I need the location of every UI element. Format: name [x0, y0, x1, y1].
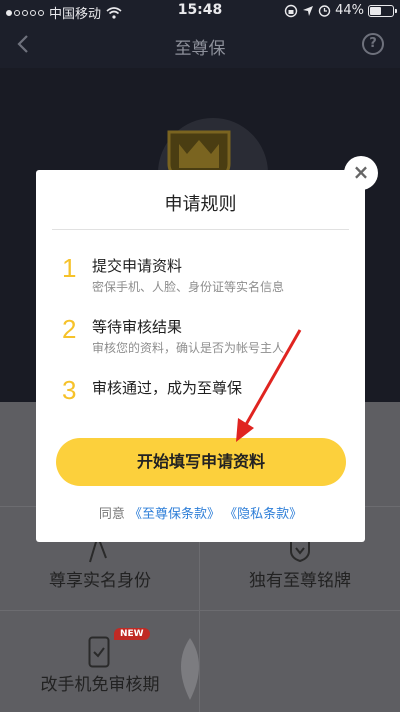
battery-icon [368, 4, 397, 17]
alarm-icon [318, 5, 331, 17]
rules-modal: 申请规则 1 提交申请资料 密保手机、人脸、身份证等实名信息 2 等待审核结果 … [36, 170, 365, 542]
phone-icon [88, 636, 110, 668]
step-desc: 密保手机、人脸、身份证等实名信息 [92, 280, 285, 294]
new-badge: NEW [114, 628, 150, 640]
nav-bar: 至尊保 ? [0, 22, 400, 68]
step-number: 1 [62, 253, 77, 283]
status-right: 44% [284, 3, 397, 18]
agreement-line: 同意 《至尊保条款》 《隐私条款》 [36, 503, 365, 522]
privacy-link[interactable]: 《隐私条款》 [224, 507, 302, 522]
orientation-lock-icon [284, 4, 298, 17]
start-application-button[interactable]: 开始填写申请资料 [56, 438, 346, 486]
status-bar: 中国移动 15:48 44% [0, 0, 400, 22]
close-icon[interactable]: × [344, 156, 378, 190]
feature-label: 尊享实名身份 [49, 571, 151, 591]
watermark-leaf-icon [181, 638, 199, 700]
terms-link[interactable]: 《至尊保条款》 [129, 507, 220, 522]
location-icon [303, 5, 314, 16]
step-number: 3 [62, 375, 77, 405]
step-number: 2 [62, 314, 77, 344]
agree-text: 同意 [98, 507, 125, 522]
step-title: 提交申请资料 [92, 257, 183, 275]
step-desc: 审核您的资料，确认是否为帐号主人 [92, 341, 285, 355]
modal-title: 申请规则 [164, 194, 237, 215]
battery-percent: 44% [335, 3, 364, 18]
question-circle-icon[interactable]: ? [362, 33, 384, 55]
modal-divider [52, 229, 349, 230]
step-title: 审核通过，成为至尊保 [92, 379, 243, 397]
page-title: 至尊保 [174, 39, 226, 59]
feature-label: 独有至尊铭牌 [249, 571, 351, 591]
step-title: 等待审核结果 [92, 318, 183, 336]
